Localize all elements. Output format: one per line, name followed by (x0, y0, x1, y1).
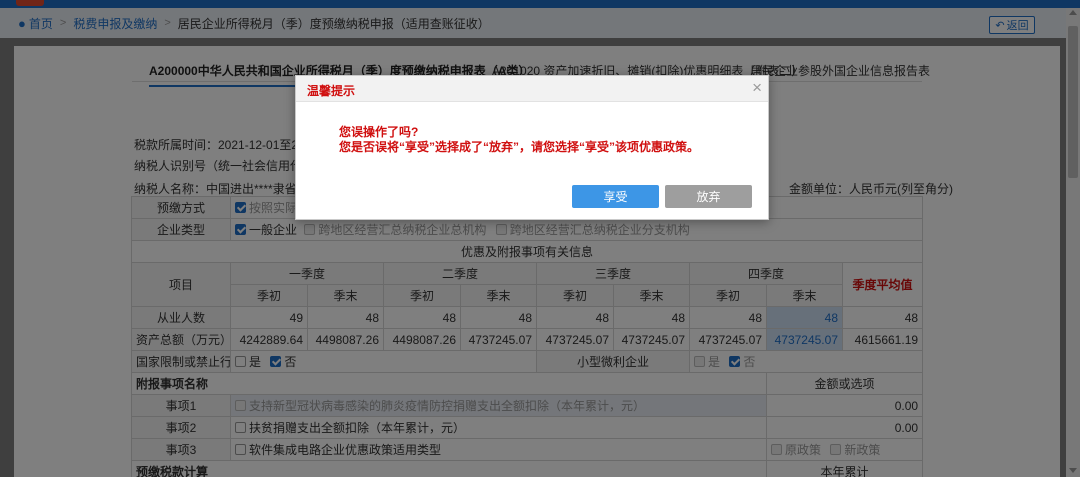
modal-overlay (0, 0, 1080, 477)
enjoy-button[interactable]: 享受 (572, 185, 659, 208)
dialog-message-detail: 您是否误将“享受”选择成了“放弃”，请您选择“享受”该项优惠政策。 (339, 140, 700, 154)
give-up-button[interactable]: 放弃 (665, 185, 752, 208)
warm-tip-dialog: 温馨提示 × 您误操作了吗? 您是否误将“享受”选择成了“放弃”，请您选择“享受… (295, 75, 769, 220)
dialog-title: 温馨提示 (307, 84, 356, 98)
close-icon[interactable]: × (752, 79, 762, 97)
dialog-header: 温馨提示 × (296, 76, 768, 102)
